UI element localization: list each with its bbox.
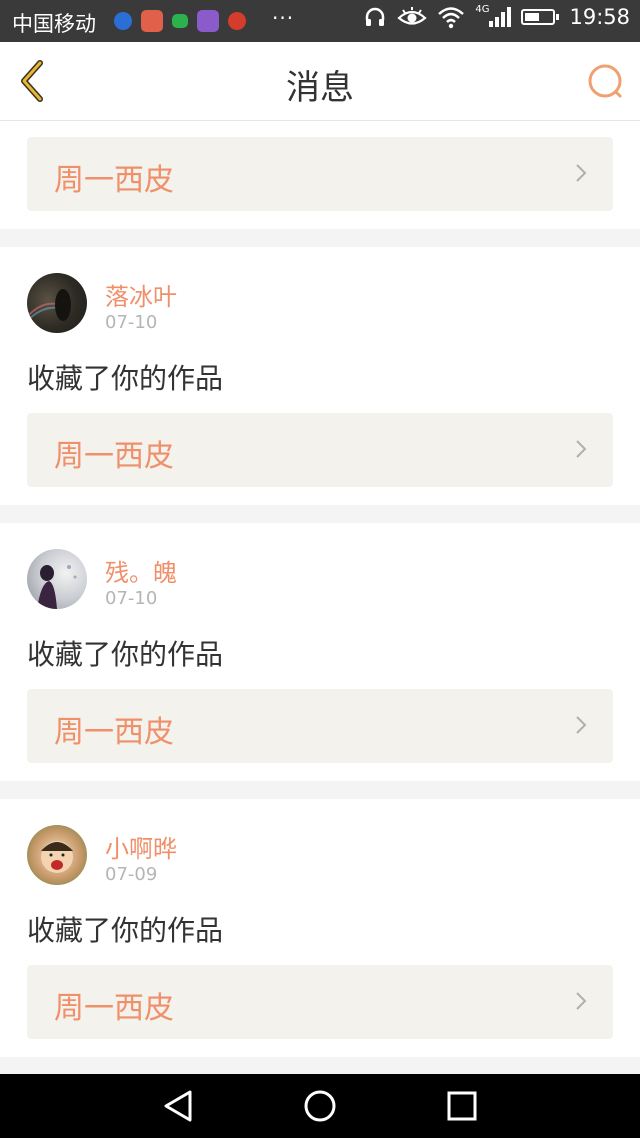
message-card: 周一西皮 — [0, 121, 640, 229]
chevron-right-icon — [576, 164, 587, 182]
message-card: 落冰叶 07-10 收藏了你的作品 周一西皮 — [0, 247, 640, 505]
battery-icon — [521, 9, 560, 25]
work-link[interactable]: 周一西皮 — [27, 137, 613, 211]
chevron-right-icon — [576, 440, 587, 458]
message-text: 收藏了你的作品 — [27, 638, 224, 671]
clock-time: 19:58 — [569, 5, 630, 29]
top-app-bar: 消息 — [0, 42, 640, 121]
app-sad-icon — [141, 10, 163, 32]
message-card: 残。魄 07-10 收藏了你的作品 周一西皮 — [0, 523, 640, 781]
app-weibo-icon — [228, 12, 246, 30]
back-triangle-icon[interactable] — [160, 1088, 196, 1124]
headphones-icon — [366, 7, 385, 26]
notification-icons — [114, 10, 246, 32]
network-type-label: 4G — [475, 3, 490, 15]
recents-square-icon[interactable] — [444, 1088, 480, 1124]
message-date: 07-09 — [105, 864, 158, 885]
username[interactable]: 残。魄 — [105, 553, 177, 588]
work-title: 周一西皮 — [54, 991, 174, 1026]
message-date: 07-10 — [105, 312, 158, 333]
message-date: 07-10 — [105, 588, 158, 609]
page-title: 消息 — [286, 68, 354, 108]
username[interactable]: 小啊晔 — [105, 829, 177, 864]
system-nav-bar — [0, 1074, 640, 1138]
wifi-icon — [438, 7, 465, 29]
status-bar: 中国移动 ··· 4G 19:58 — [0, 0, 640, 42]
avatar[interactable] — [27, 825, 87, 885]
message-card: 小啊晔 07-09 收藏了你的作品 周一西皮 — [0, 799, 640, 1057]
username[interactable]: 落冰叶 — [105, 277, 177, 312]
signal-icon — [489, 7, 512, 27]
app-k-icon — [114, 12, 132, 30]
chevron-right-icon — [576, 716, 587, 734]
eye-icon — [397, 7, 428, 25]
avatar[interactable] — [27, 549, 87, 609]
work-title: 周一西皮 — [54, 439, 174, 474]
app-gallery-icon — [197, 10, 219, 32]
message-text: 收藏了你的作品 — [27, 362, 224, 395]
work-link[interactable]: 周一西皮 — [27, 965, 613, 1039]
more-notifications-icon: ··· — [272, 6, 295, 30]
work-title: 周一西皮 — [54, 715, 174, 750]
work-title: 周一西皮 — [54, 163, 174, 198]
work-link[interactable]: 周一西皮 — [27, 413, 613, 487]
chevron-right-icon — [576, 992, 587, 1010]
message-list: 周一西皮 落冰叶 07-10 收藏了你的作品 周一西皮 残。魄 07-10 收藏… — [0, 121, 640, 1075]
app-chat-icon — [172, 14, 188, 28]
message-text: 收藏了你的作品 — [27, 914, 224, 947]
carrier-label: 中国移动 — [12, 12, 96, 36]
work-link[interactable]: 周一西皮 — [27, 689, 613, 763]
avatar[interactable] — [27, 273, 87, 333]
home-circle-icon[interactable] — [302, 1088, 338, 1124]
search-icon[interactable] — [586, 62, 626, 102]
